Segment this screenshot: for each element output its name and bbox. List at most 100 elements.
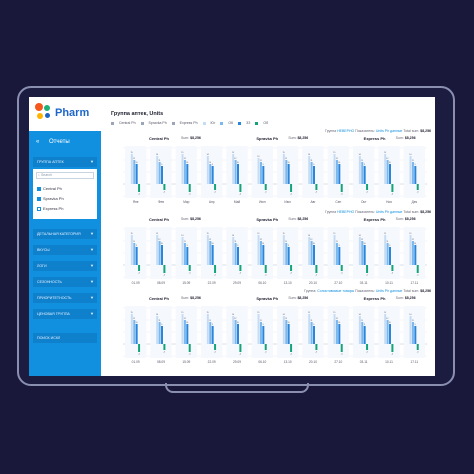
- option-spravka[interactable]: Spravka Ph: [37, 195, 64, 203]
- bar-ЗЗ[interactable]: [338, 164, 341, 184]
- checkbox-checked[interactable]: [37, 186, 41, 191]
- bar-ЗЗ[interactable]: [363, 245, 366, 265]
- group-value[interactable]: Сопоставимые товары: [317, 289, 355, 293]
- bar-ЗЗ[interactable]: [313, 326, 315, 344]
- bar-Об[interactable]: [214, 344, 217, 350]
- sidebar-item-seasonality[interactable]: СЕЗОННОСТЬ ▼: [33, 277, 97, 287]
- sidebar-item-priority[interactable]: ПРИОРИТЕТНОСТЬ ▼: [33, 293, 97, 303]
- legend-item[interactable]: Central Ph: [111, 121, 136, 125]
- bar-Юг[interactable]: [130, 235, 133, 265]
- bar-ЗЗ[interactable]: [135, 247, 138, 265]
- bar-ЗЗ[interactable]: [262, 326, 265, 344]
- group-value[interactable]: НЕВЕРНО: [337, 129, 355, 133]
- sidebar-item-logs[interactable]: ЛОГИ ▼: [33, 261, 97, 271]
- bar-ОК[interactable]: [335, 243, 338, 265]
- bar-ЗЗ[interactable]: [186, 164, 189, 184]
- bar-Об[interactable]: [315, 344, 318, 350]
- bar-ОК[interactable]: [386, 243, 389, 265]
- checkbox-unchecked[interactable]: [37, 206, 41, 211]
- bar-ОК[interactable]: [310, 322, 313, 344]
- bar-ЗЗ[interactable]: [135, 164, 138, 184]
- bar-Об[interactable]: [138, 265, 141, 271]
- legend-item[interactable]: Об: [255, 121, 268, 125]
- bar-Об[interactable]: [239, 265, 242, 271]
- bar-Об[interactable]: [391, 184, 394, 192]
- sidebar-item-detail-category[interactable]: ДЕТАЛЬНАЯ КАТЕГОРИЯ ▼: [33, 229, 97, 239]
- bar-Об[interactable]: [214, 265, 217, 273]
- bar-ОК[interactable]: [209, 164, 212, 184]
- bar-Об[interactable]: [290, 184, 293, 192]
- bar-Об[interactable]: [340, 265, 343, 271]
- option-central[interactable]: Central Ph: [37, 185, 62, 193]
- bar-ЗЗ[interactable]: [135, 324, 138, 344]
- bar-Об[interactable]: [214, 184, 217, 190]
- bar-ЗЗ[interactable]: [389, 324, 391, 344]
- bar-ОК[interactable]: [361, 162, 364, 184]
- reports-nav[interactable]: « Отчеты: [29, 135, 101, 149]
- filter-search-input[interactable]: ⌕ Search: [36, 172, 94, 179]
- bar-Об[interactable]: [163, 265, 166, 273]
- bar-ОК[interactable]: [158, 322, 161, 344]
- bar-ОК[interactable]: [310, 162, 313, 184]
- metric-value[interactable]: Units Ph данные: [376, 129, 404, 133]
- legend-item[interactable]: Юг: [202, 121, 215, 125]
- sidebar-search-exceptions[interactable]: ПОИСК ИСКЛ: [33, 333, 97, 343]
- bar-Об[interactable]: [391, 344, 394, 352]
- bar-ЗЗ[interactable]: [414, 326, 417, 344]
- bar-Об[interactable]: [264, 184, 267, 190]
- bar-ЗЗ[interactable]: [338, 247, 341, 265]
- bar-Юг[interactable]: [206, 156, 209, 184]
- legend-item[interactable]: ОК: [220, 121, 233, 125]
- bar-ОК[interactable]: [133, 243, 136, 265]
- bar-Об[interactable]: [290, 265, 293, 271]
- bar-ОК[interactable]: [259, 162, 262, 184]
- logo[interactable]: Pharm: [29, 97, 101, 131]
- bar-ЗЗ[interactable]: [389, 164, 391, 184]
- bar-ЗЗ[interactable]: [211, 166, 214, 184]
- bar-ЗЗ[interactable]: [211, 326, 214, 344]
- bar-ЗЗ[interactable]: [161, 245, 163, 265]
- bar-ЗЗ[interactable]: [237, 324, 239, 344]
- bar-Юг[interactable]: [282, 235, 285, 265]
- bar-Об[interactable]: [340, 344, 343, 352]
- metric-value[interactable]: Units Ph данные: [376, 210, 404, 214]
- bar-Об[interactable]: [188, 184, 191, 192]
- bar-Об[interactable]: [138, 184, 141, 192]
- bar-ОК[interactable]: [285, 243, 288, 265]
- checkbox-checked[interactable]: [37, 196, 41, 201]
- bar-ОК[interactable]: [183, 243, 186, 265]
- bar-ЗЗ[interactable]: [186, 324, 189, 344]
- bar-ЗЗ[interactable]: [313, 166, 315, 184]
- bar-ОК[interactable]: [158, 162, 161, 184]
- bar-Об[interactable]: [315, 184, 318, 190]
- bar-ЗЗ[interactable]: [363, 166, 366, 184]
- bar-Об[interactable]: [366, 184, 369, 190]
- bar-ЗЗ[interactable]: [313, 245, 315, 265]
- bar-ЗЗ[interactable]: [186, 247, 189, 265]
- bar-ЗЗ[interactable]: [414, 245, 417, 265]
- bar-ЗЗ[interactable]: [262, 166, 265, 184]
- bar-Об[interactable]: [163, 344, 166, 350]
- bar-Об[interactable]: [188, 265, 191, 271]
- bar-ЗЗ[interactable]: [287, 164, 290, 184]
- bar-ЗЗ[interactable]: [161, 326, 163, 344]
- group-value[interactable]: НЕВЕРНО: [337, 210, 355, 214]
- bar-ЗЗ[interactable]: [389, 247, 391, 265]
- bar-ЗЗ[interactable]: [237, 164, 239, 184]
- bar-Об[interactable]: [340, 184, 343, 192]
- bar-ЗЗ[interactable]: [363, 326, 366, 344]
- bar-ЗЗ[interactable]: [287, 324, 290, 344]
- legend-item[interactable]: Spravka Ph: [140, 121, 167, 125]
- bar-ЗЗ[interactable]: [211, 245, 214, 265]
- bar-ОК[interactable]: [411, 322, 414, 344]
- bar-Об[interactable]: [366, 344, 369, 350]
- bar-Юг[interactable]: [384, 235, 387, 265]
- legend-item[interactable]: Express Ph: [171, 121, 198, 125]
- sidebar-item-price-group[interactable]: ЦЕНОВАЯ ГРУППА ▼: [33, 309, 97, 319]
- sidebar-item-flavors[interactable]: ВКУСЫ ▼: [33, 245, 97, 255]
- pharmacy-group-dropdown[interactable]: ГРУППА АПТЕК ▼: [33, 157, 97, 167]
- bar-ЗЗ[interactable]: [338, 324, 341, 344]
- bar-Об[interactable]: [416, 184, 419, 190]
- bar-Об[interactable]: [239, 344, 242, 352]
- bar-Юг[interactable]: [206, 314, 209, 344]
